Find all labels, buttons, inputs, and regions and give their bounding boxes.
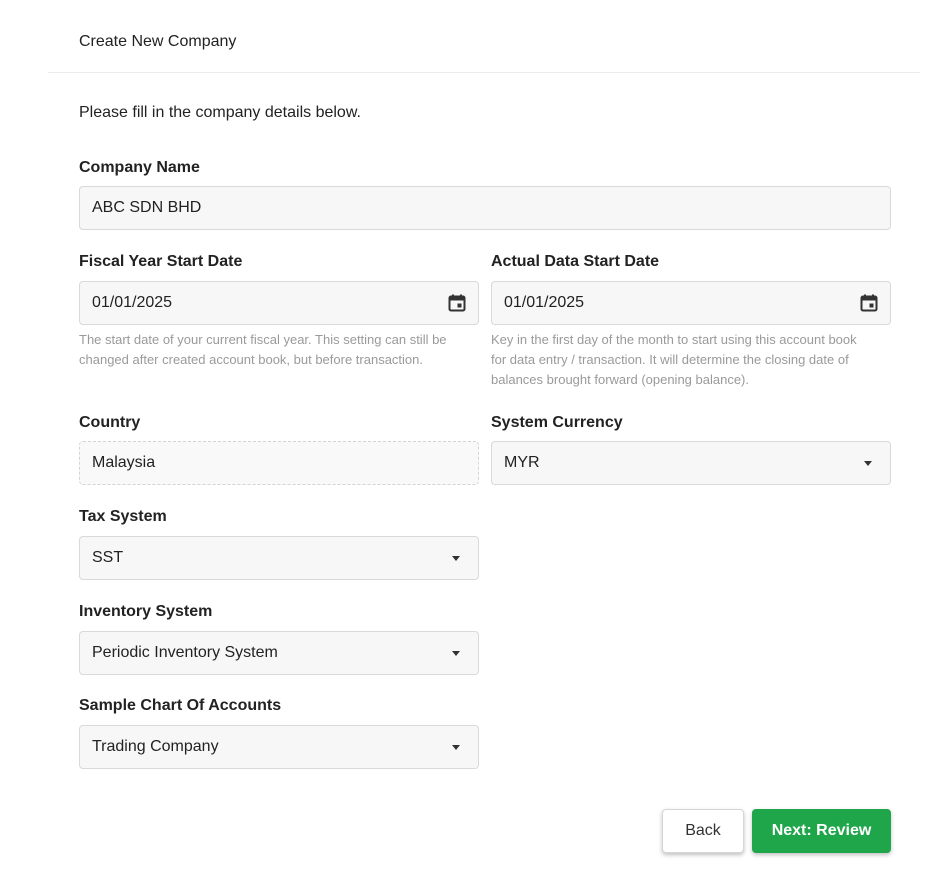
chart-of-accounts-label: Sample Chart Of Accounts	[79, 697, 282, 714]
caret-down-icon	[452, 555, 460, 561]
inventory-system-value: Periodic Inventory System	[92, 644, 278, 661]
page-header: Create New Company	[48, 0, 920, 73]
chart-of-accounts-value: Trading Company	[92, 738, 219, 755]
help-line: changed after created account book, but …	[79, 352, 424, 367]
fiscal-year-start-date-input[interactable]: 01/01/2025	[79, 281, 479, 325]
tax-system-select[interactable]: SST	[79, 536, 479, 580]
inventory-system-select[interactable]: Periodic Inventory System	[79, 631, 479, 675]
intro-text: Please fill in the company details below…	[79, 104, 361, 121]
system-currency-value: MYR	[504, 454, 540, 471]
system-currency-select[interactable]: MYR	[491, 441, 891, 485]
calendar-icon[interactable]	[448, 294, 466, 312]
caret-down-icon	[864, 460, 872, 466]
country-label: Country	[79, 414, 141, 431]
back-button[interactable]: Back	[662, 809, 744, 853]
fiscal-year-start-value: 01/01/2025	[92, 294, 173, 311]
fiscal-year-start-label: Fiscal Year Start Date	[79, 253, 243, 270]
country-value: Malaysia	[92, 454, 156, 471]
caret-down-icon	[452, 650, 460, 656]
actual-data-start-value: 01/01/2025	[504, 294, 585, 311]
inventory-system-label: Inventory System	[79, 603, 213, 620]
tax-system-value: SST	[92, 549, 124, 566]
caret-down-icon	[452, 744, 460, 750]
system-currency-label: System Currency	[491, 414, 623, 431]
help-line: for data entry / transaction. It will de…	[491, 352, 849, 367]
country-field: Malaysia	[79, 441, 479, 485]
company-name-input[interactable]: ABC SDN BHD	[79, 186, 891, 230]
tax-system-label: Tax System	[79, 508, 167, 525]
help-line: balances brought forward (opening balanc…	[491, 372, 750, 387]
help-line: The start date of your current fiscal ye…	[79, 332, 447, 347]
calendar-icon[interactable]	[860, 294, 878, 312]
actual-data-start-label: Actual Data Start Date	[491, 253, 660, 270]
actual-data-start-date-input[interactable]: 01/01/2025	[491, 281, 891, 325]
next-review-button[interactable]: Next: Review	[752, 809, 891, 853]
page-title: Create New Company	[79, 33, 237, 50]
help-line: Key in the first day of the month to sta…	[491, 332, 857, 347]
company-name-value: ABC SDN BHD	[92, 199, 202, 216]
actual-data-help: Key in the first day of the month to sta…	[491, 330, 857, 390]
fiscal-year-help: The start date of your current fiscal ye…	[79, 330, 447, 370]
chart-of-accounts-select[interactable]: Trading Company	[79, 725, 479, 769]
company-name-label: Company Name	[79, 159, 200, 176]
